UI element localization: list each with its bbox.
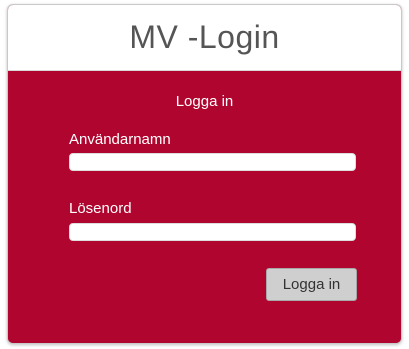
login-header: MV -Login <box>8 5 401 71</box>
password-label: Lösenord <box>69 200 132 217</box>
login-card: MV -Login Logga in Användarnamn Lösenord… <box>7 4 402 344</box>
login-form: Logga in Användarnamn Lösenord Logga in <box>8 71 401 343</box>
username-label: Användarnamn <box>69 131 171 148</box>
form-subtitle: Logga in <box>175 93 234 110</box>
username-field[interactable] <box>69 153 356 171</box>
login-button[interactable]: Logga in <box>266 268 357 301</box>
page-title: MV -Login <box>129 19 280 55</box>
password-field[interactable] <box>69 223 356 241</box>
